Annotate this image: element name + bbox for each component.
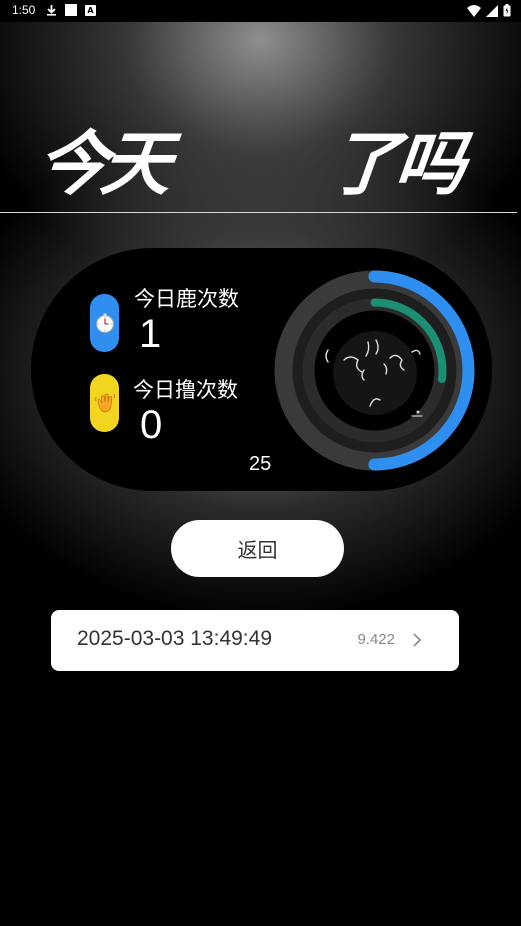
- title-right: 了吗: [325, 123, 466, 205]
- title-left: 今天: [33, 123, 170, 205]
- progress-gauge: [274, 270, 475, 471]
- back-button[interactable]: 返回: [171, 520, 344, 577]
- stats-card: 今日鹿次数 1 今日撸次数 0 25: [31, 248, 492, 491]
- status-time: 1:50: [12, 3, 36, 17]
- header-divider: [0, 212, 517, 213]
- lu-count-label: 今日鹿次数: [134, 287, 239, 311]
- stopwatch-icon: [95, 313, 114, 333]
- status-bar: 1:50 A: [0, 0, 521, 22]
- battery-icon: [503, 4, 511, 17]
- signal-icon: [486, 4, 498, 17]
- waving-hand-badge: [90, 374, 119, 432]
- record-row[interactable]: 2025-03-03 13:49:49 9.422: [51, 610, 459, 671]
- square-notification-icon: [65, 4, 77, 16]
- stopwatch-badge: [90, 294, 119, 352]
- lu2-count-label: 今日撸次数: [133, 378, 238, 402]
- lu2-count-value: 0: [140, 403, 163, 447]
- chevron-right-icon: [413, 633, 422, 647]
- counter-value: 25: [249, 453, 272, 475]
- wifi-icon: [467, 4, 481, 17]
- lu-count-value: 1: [139, 312, 162, 356]
- record-value: 9.422: [357, 631, 395, 648]
- a-notification-icon: A: [85, 4, 96, 16]
- waving-hand-icon: [94, 393, 115, 413]
- download-icon: [47, 5, 56, 16]
- record-time: 2025-03-03 13:49:49: [77, 627, 272, 650]
